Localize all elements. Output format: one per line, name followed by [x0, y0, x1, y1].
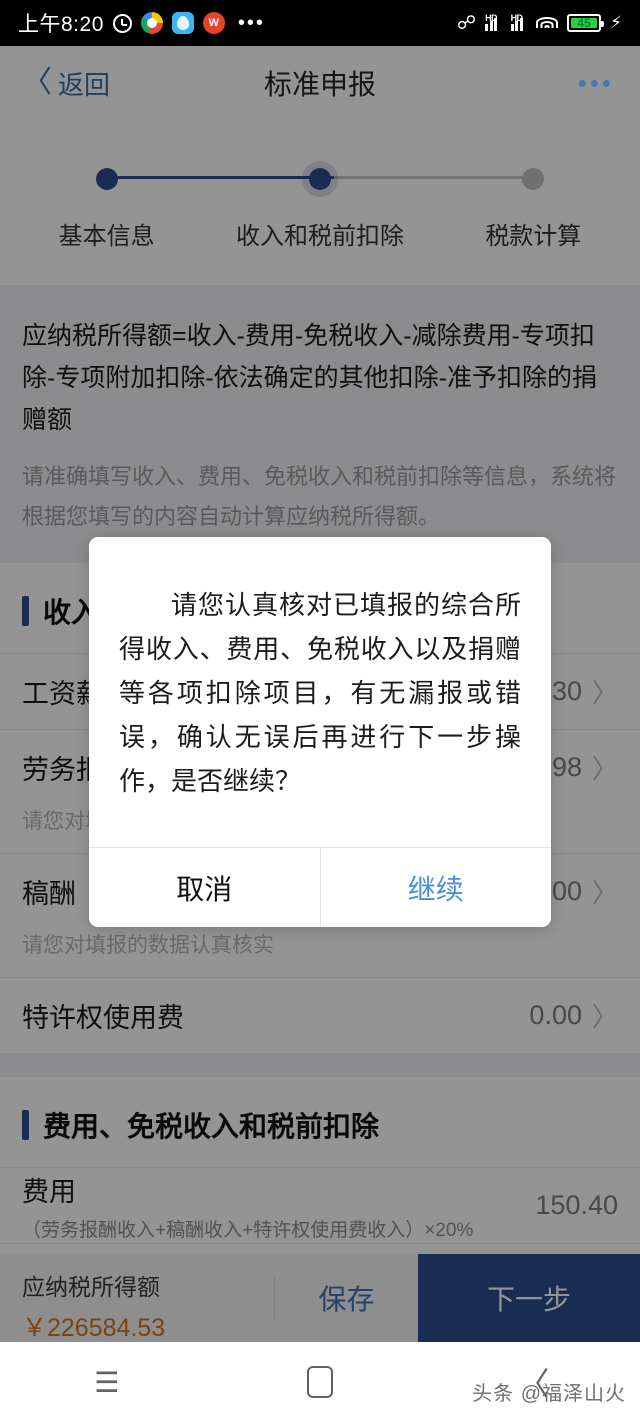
dialog-actions: 取消 继续: [89, 847, 551, 927]
signal-bars-icon-2: HD: [511, 15, 528, 31]
confirm-dialog: 请您认真核对已填报的综合所得收入、费用、免税收入以及捐赠等各项扣除项目，有无漏报…: [89, 537, 551, 927]
dialog-confirm-button[interactable]: 继续: [320, 848, 552, 927]
android-navigation-bar: ☰ 〈 头条 @福泽山火: [0, 1342, 640, 1422]
weather-app-icon: [172, 12, 194, 34]
home-square-icon: [307, 1366, 333, 1398]
more-menu-icon[interactable]: •••: [578, 78, 640, 88]
home-button[interactable]: [213, 1366, 426, 1398]
music-app-icon: [203, 12, 225, 34]
recents-button[interactable]: ☰: [0, 1366, 213, 1399]
dialog-cancel-button[interactable]: 取消: [89, 848, 320, 927]
status-time: 上午8:20: [18, 8, 104, 38]
phone-screen: 上午8:20 ••• ☍ HD HD 45 ⚡: [0, 0, 640, 1422]
status-bar-right: ☍ HD HD 45 ⚡: [457, 13, 622, 33]
status-bar: 上午8:20 ••• ☍ HD HD 45 ⚡: [0, 0, 640, 46]
dialog-message: 请您认真核对已填报的综合所得收入、费用、免税收入以及捐赠等各项扣除项目，有无漏报…: [119, 583, 521, 803]
status-overflow-icon: •••: [238, 19, 265, 27]
photos-app-icon: [141, 12, 163, 34]
signal-bars-icon-1: HD: [485, 15, 502, 31]
battery-icon: 45: [567, 14, 601, 32]
menu-icon: ☰: [94, 1366, 119, 1399]
battery-level-label: 45: [569, 16, 599, 30]
signal-hd-label-2: HD: [511, 13, 523, 23]
status-bar-left: 上午8:20 •••: [18, 8, 265, 38]
dialog-body: 请您认真核对已填报的综合所得收入、费用、免税收入以及捐赠等各项扣除项目，有无漏报…: [89, 537, 551, 847]
alarm-icon: [113, 14, 132, 33]
signal-hd-label-1: HD: [485, 13, 497, 23]
wifi-icon: [536, 15, 558, 31]
watermark: 头条 @福泽山火: [472, 1377, 626, 1406]
bluetooth-icon: ☍: [457, 14, 476, 33]
charging-bolt-icon: ⚡: [610, 13, 622, 33]
